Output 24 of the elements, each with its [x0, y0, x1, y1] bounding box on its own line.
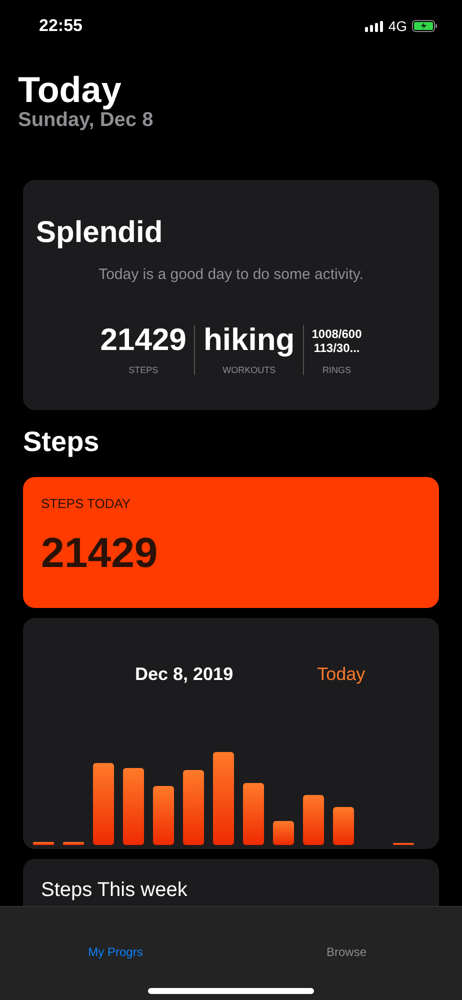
status-time: 22:55: [39, 16, 82, 36]
tab[interactable]: Browse: [231, 945, 462, 959]
battery-icon: [412, 20, 438, 32]
week-title: Steps This week: [41, 879, 188, 901]
tab[interactable]: My Progrs: [0, 945, 231, 959]
summary-title: Splendid: [36, 216, 164, 250]
today-link[interactable]: Today: [317, 664, 366, 685]
stat-value: hiking: [203, 323, 295, 357]
chart-date: Dec 8, 2019: [135, 664, 234, 685]
stat-value: 21429: [100, 323, 186, 357]
summary-message: Today is a good day to do some activity.: [98, 266, 364, 283]
steps-today-card[interactable]: STEPS TODAY 21429: [23, 477, 439, 608]
page-subtitle: Sunday, Dec 8: [18, 109, 154, 132]
stat-label: STEPS: [128, 365, 158, 375]
signal-icon: [365, 20, 384, 32]
steps-today-value: 21429: [41, 529, 159, 577]
stat-label: RINGS: [322, 365, 351, 375]
section-title: Steps: [23, 425, 100, 459]
week-card[interactable]: Steps This week: [23, 859, 439, 906]
page-title: Today: [18, 69, 122, 111]
stat-label: WORKOUTS: [222, 365, 276, 375]
stat-value: 1008/600 113/30...: [312, 326, 362, 355]
network-label: 4G: [388, 18, 407, 34]
steps-today-label: STEPS TODAY: [41, 496, 132, 511]
